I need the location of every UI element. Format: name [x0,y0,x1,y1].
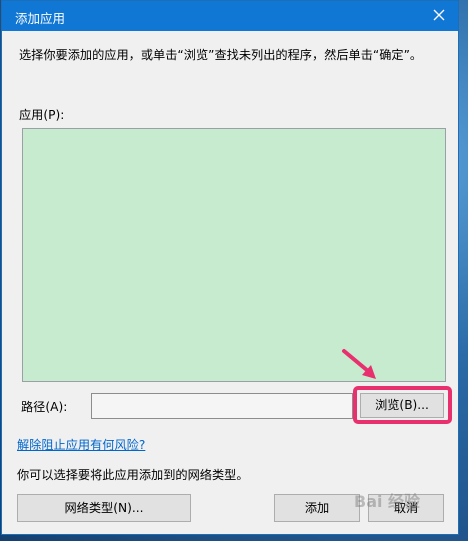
apps-list[interactable] [22,128,446,382]
path-label: 路径(A): [21,400,68,414]
path-input[interactable] [91,393,353,419]
window-title: 添加应用 [15,11,66,26]
cancel-button[interactable]: 取消 [368,494,444,522]
add-app-dialog: 添加应用 选择你要添加的应用，或单击“浏览”查找未列出的程序，然后单击“确定”。… [1,0,459,535]
network-type-button[interactable]: 网络类型(N)... [17,494,191,522]
network-type-text: 你可以选择要将此应用添加到的网络类型。 [17,468,249,482]
close-button[interactable] [426,4,452,28]
title-bar[interactable]: 添加应用 [2,1,458,31]
add-button[interactable]: 添加 [274,494,360,522]
instruction-text: 选择你要添加的应用，或单击“浏览”查找未列出的程序，然后单击“确定”。 [19,48,423,62]
apps-label: 应用(P): [19,108,65,122]
risk-help-link[interactable]: 解除阻止应用有何风险? [17,435,145,453]
close-icon [433,9,445,21]
annotation-highlight-box [353,386,452,424]
pointer-arrow-icon [342,349,376,379]
